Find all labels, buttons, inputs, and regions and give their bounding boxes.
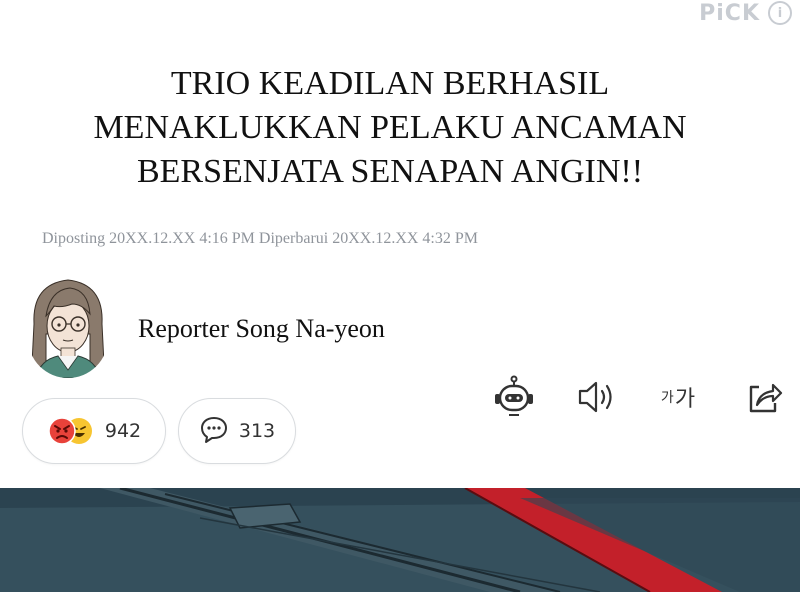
pick-badge: PiCK i <box>699 0 792 26</box>
reactions-count: 942 <box>104 420 142 442</box>
headline-line: BERSENJATA SENAPAN ANGIN!! <box>136 153 644 190</box>
comments-count: 313 <box>238 420 276 442</box>
avatar-illustration <box>31 279 105 378</box>
angry-face-icon <box>48 417 76 445</box>
font-size-small-label: 가 <box>660 390 674 406</box>
headline-line: TRIO KEADILAN BERHASIL <box>170 65 610 102</box>
info-icon[interactable]: i <box>768 1 792 25</box>
share-icon[interactable] <box>740 374 788 420</box>
article-toolbar: 가가 <box>490 374 790 424</box>
comic-panel-image <box>0 488 800 592</box>
reaction-emojis <box>47 415 95 447</box>
post-dates: Diposting 20XX.12.XX 4:16 PM Diperbarui … <box>42 230 478 247</box>
article-headline: TRIO KEADILAN BERHASIL MENAKLUKKAN PELAK… <box>40 62 740 194</box>
reporter-avatar[interactable] <box>28 274 108 378</box>
font-size-large-label: 가 <box>674 387 696 412</box>
pick-label: PiCK <box>699 0 760 26</box>
comments-button[interactable]: 313 <box>178 398 296 464</box>
reporter-name[interactable]: Reporter Song Na-yeon <box>138 314 385 344</box>
comment-bubble-icon <box>199 414 229 448</box>
headline-line: MENAKLUKKAN PELAKU ANCAMAN <box>93 109 687 146</box>
reactions-button[interactable]: 942 <box>22 398 166 464</box>
font-size-icon[interactable]: 가가 <box>654 374 702 420</box>
robot-icon[interactable] <box>490 374 538 420</box>
speaker-icon[interactable] <box>572 374 620 420</box>
